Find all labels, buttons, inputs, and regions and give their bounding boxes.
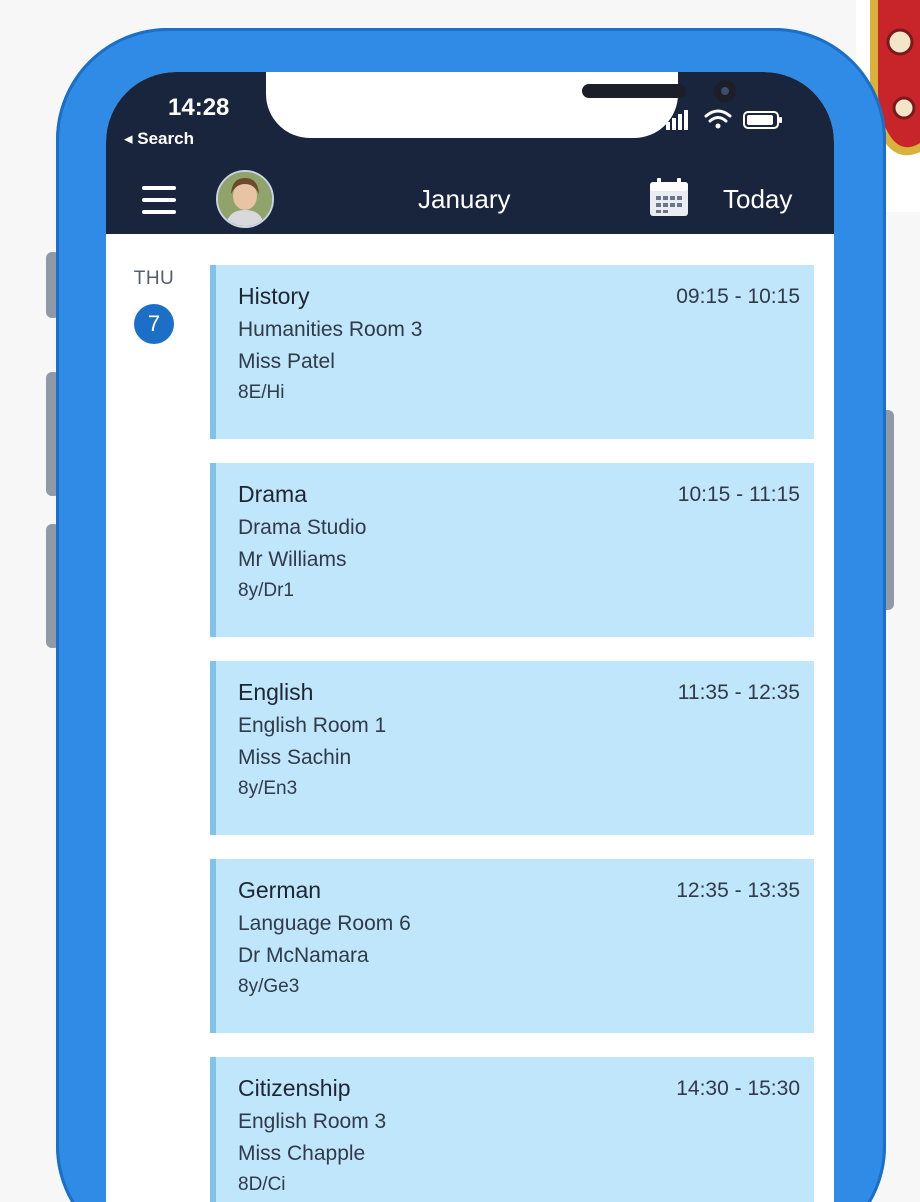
battery-icon bbox=[743, 111, 782, 129]
weekday-label: THU bbox=[133, 268, 175, 289]
status-time: 14:28 bbox=[168, 94, 230, 121]
lesson-card-english[interactable]: English English Room 1 Miss Sachin 8y/En… bbox=[210, 661, 814, 835]
date-badge: 7 bbox=[134, 304, 174, 344]
lesson-teacher: Miss Sachin bbox=[238, 746, 352, 769]
lesson-group: 8D/Ci bbox=[238, 1174, 286, 1195]
user-avatar[interactable] bbox=[216, 170, 274, 228]
status-icons bbox=[666, 109, 782, 130]
lesson-card-drama[interactable]: Drama Drama Studio Mr Williams 8y/Dr1 10… bbox=[210, 463, 814, 637]
avatar-photo bbox=[218, 172, 272, 226]
cellular-signal-icon bbox=[666, 110, 688, 130]
lesson-teacher: Miss Chapple bbox=[238, 1142, 366, 1165]
day-indicator: THU 7 bbox=[124, 268, 184, 344]
lesson-list: History Humanities Room 3 Miss Patel 8E/… bbox=[210, 265, 814, 1202]
lesson-time: 09:15 - 10:15 bbox=[676, 285, 800, 308]
lesson-time: 11:35 - 12:35 bbox=[677, 681, 800, 704]
lesson-teacher: Mr Williams bbox=[238, 548, 347, 571]
hamburger-menu-icon[interactable] bbox=[142, 186, 176, 214]
phone-notch bbox=[266, 72, 736, 138]
app-header: 14:28 ◂ Search January Today bbox=[106, 72, 834, 234]
lesson-card-citizenship[interactable]: Citizenship English Room 3 Miss Chapple … bbox=[210, 1057, 814, 1202]
earpiece-speaker bbox=[582, 84, 686, 98]
front-camera bbox=[714, 80, 736, 102]
lesson-room: Humanities Room 3 bbox=[238, 318, 423, 341]
lesson-group: 8y/Dr1 bbox=[238, 580, 294, 601]
lesson-group: 8E/Hi bbox=[238, 382, 285, 403]
today-button[interactable]: Today bbox=[723, 184, 792, 215]
lesson-time: 12:35 - 13:35 bbox=[676, 879, 800, 902]
lesson-card-german[interactable]: German Language Room 6 Dr McNamara 8y/Ge… bbox=[210, 859, 814, 1033]
back-to-search-link[interactable]: ◂ Search bbox=[124, 129, 194, 149]
nav-bar: January Today bbox=[106, 170, 834, 234]
lesson-time: 14:30 - 15:30 bbox=[676, 1077, 800, 1100]
lesson-room: Language Room 6 bbox=[238, 912, 411, 935]
lesson-time: 10:15 - 11:15 bbox=[677, 483, 800, 506]
calendar-icon[interactable] bbox=[648, 178, 690, 218]
lesson-card-history[interactable]: History Humanities Room 3 Miss Patel 8E/… bbox=[210, 265, 814, 439]
lesson-group: 8y/En3 bbox=[238, 778, 298, 799]
lesson-room: English Room 3 bbox=[238, 1110, 387, 1133]
lesson-teacher: Miss Patel bbox=[238, 350, 335, 373]
lesson-group: 8y/Ge3 bbox=[238, 976, 300, 997]
lesson-room: Drama Studio bbox=[238, 516, 367, 539]
wifi-icon bbox=[704, 109, 732, 129]
month-title[interactable]: January bbox=[418, 184, 511, 215]
lesson-room: English Room 1 bbox=[238, 714, 387, 737]
app-screenshot: 14:28 ◂ Search January Today THU 7 Histo… bbox=[0, 0, 920, 1202]
lesson-teacher: Dr McNamara bbox=[238, 944, 369, 967]
phone-screen: 14:28 ◂ Search January Today THU 7 Histo… bbox=[106, 72, 834, 1202]
